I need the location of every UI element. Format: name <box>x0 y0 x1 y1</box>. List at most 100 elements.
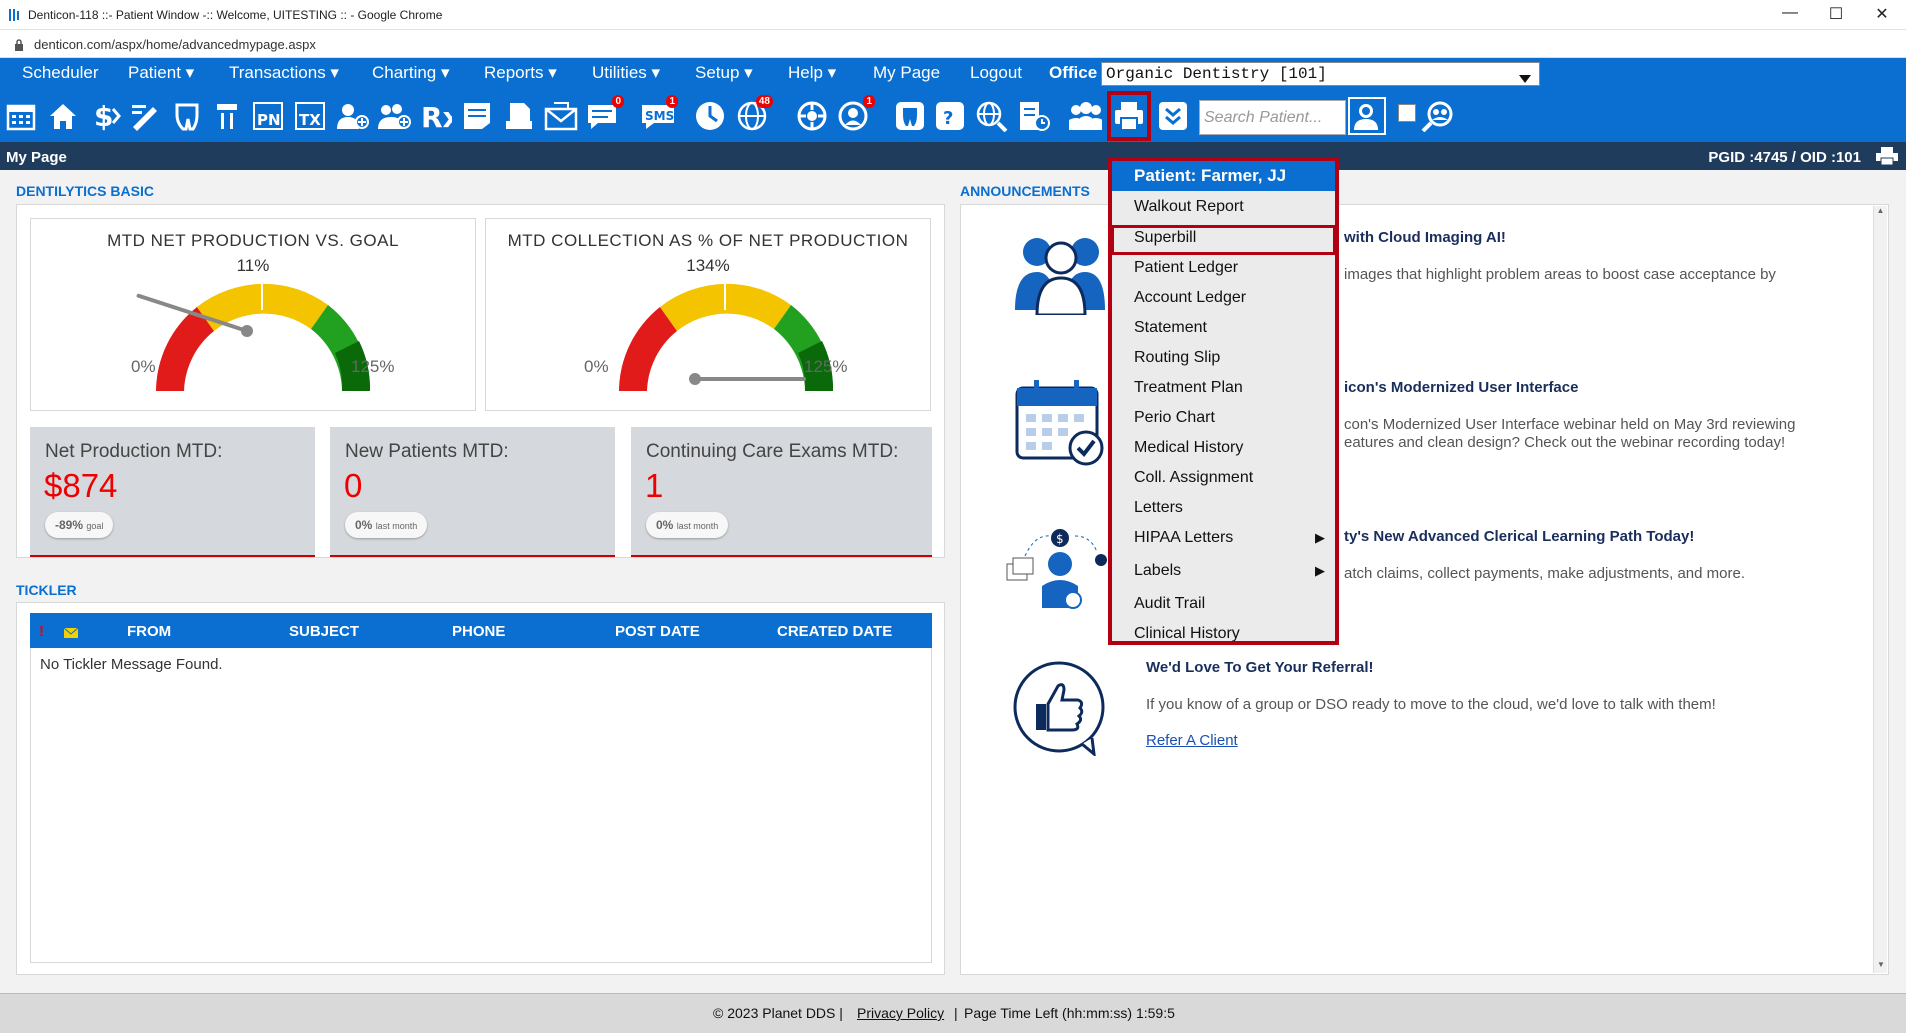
menu-scheduler[interactable]: Scheduler <box>22 63 99 83</box>
col-subject[interactable]: SUBJECT <box>289 623 359 640</box>
recall-icon[interactable]: 1 <box>837 95 875 135</box>
announcement-text: eatures and clean design? Check out the … <box>1344 434 1786 451</box>
home-icon[interactable] <box>46 97 80 135</box>
stat-label: Net Production MTD: <box>45 441 223 462</box>
group-search-icon[interactable] <box>1420 97 1454 135</box>
tooth-icon[interactable] <box>170 97 204 135</box>
gauge-max: 125% <box>351 357 395 376</box>
col-from[interactable]: FROM <box>127 623 171 640</box>
document-icon[interactable] <box>502 97 536 135</box>
print-icon[interactable] <box>1112 97 1146 135</box>
globe-icon[interactable]: 48 <box>735 95 773 135</box>
priority-flag[interactable]: ! <box>39 623 44 640</box>
menu-item-routing-slip[interactable]: Routing Slip <box>1134 349 1220 367</box>
col-created-date[interactable]: CREATED DATE <box>777 623 892 640</box>
toggle-checkbox[interactable] <box>1398 104 1416 122</box>
prescription-icon[interactable]: Rx <box>419 97 453 135</box>
menu-item-coll-assignment[interactable]: Coll. Assignment <box>1134 469 1253 487</box>
col-post-date[interactable]: POST DATE <box>615 623 700 640</box>
treatment-icon[interactable]: TX <box>293 97 327 135</box>
address-bar[interactable]: denticon.com/aspx/home/advancedmypage.as… <box>0 30 1906 58</box>
window-title: Denticon-118 ::- Patient Window -:: Welc… <box>28 8 443 22</box>
minimize-button[interactable]: — <box>1770 4 1810 22</box>
announcement-text: atch claims, collect payments, make adju… <box>1344 565 1746 582</box>
privacy-policy-link[interactable]: Privacy Policy <box>857 1005 944 1021</box>
menu-patient[interactable]: Patient ▾ <box>128 63 194 83</box>
help-tooth-icon[interactable]: ? <box>933 97 967 135</box>
menu-help[interactable]: Help ▾ <box>788 63 836 83</box>
patient-search-icon[interactable] <box>1348 97 1386 135</box>
page-title: My Page <box>6 149 67 166</box>
charting-icon[interactable] <box>128 97 162 135</box>
progress-notes-icon[interactable]: PN <box>251 97 285 135</box>
mail-icon[interactable] <box>544 97 578 135</box>
menu-item-patient-ledger[interactable]: Patient Ledger <box>1134 259 1238 277</box>
col-phone[interactable]: PHONE <box>452 623 505 640</box>
svg-text:$: $ <box>94 101 113 131</box>
envelope-icon[interactable] <box>63 625 79 643</box>
menu-item-account-ledger[interactable]: Account Ledger <box>1134 289 1246 307</box>
menu-item-clinical-history[interactable]: Clinical History <box>1134 625 1240 643</box>
menu-item-superbill[interactable]: Superbill <box>1134 229 1196 247</box>
sms-icon[interactable]: SMS 1 <box>640 95 678 135</box>
stat-badge: 0% last month <box>345 512 428 538</box>
gauge-min: 0% <box>131 357 156 376</box>
menu-item-labels[interactable]: Labels <box>1134 562 1181 580</box>
add-patient-icon[interactable] <box>335 97 369 135</box>
menu-charting[interactable]: Charting ▾ <box>372 63 450 83</box>
office-label: Office <box>1049 63 1098 82</box>
calendar-icon[interactable] <box>4 97 38 135</box>
gauge-title: MTD COLLECTION AS % OF NET PRODUCTION <box>507 231 909 250</box>
implant-icon[interactable] <box>210 97 244 135</box>
menu-item-hipaa-letters[interactable]: HIPAA Letters <box>1134 529 1233 547</box>
gauge-hub <box>241 325 253 337</box>
claims-icon[interactable] <box>1017 97 1051 135</box>
perio-tooth-icon[interactable] <box>893 97 927 135</box>
add-family-icon[interactable] <box>377 97 411 135</box>
refer-client-link[interactable]: Refer A Client <box>1146 732 1238 749</box>
office-select-value: Organic Dentistry [101] <box>1106 65 1327 83</box>
menu-setup[interactable]: Setup ▾ <box>695 63 753 83</box>
dropdown-patient-header: Patient: Farmer, JJ <box>1112 161 1335 191</box>
announcement-text: images that highlight problem areas to b… <box>1344 266 1776 283</box>
gauge-card-production: MTD NET PRODUCTION VS. GOAL 11% 0% 125% <box>30 218 476 411</box>
dollar-icon[interactable]: $ <box>88 97 122 135</box>
globe-search-icon[interactable] <box>975 97 1009 135</box>
tickler-empty-message: No Tickler Message Found. <box>40 656 223 673</box>
menu-item-perio-chart[interactable]: Perio Chart <box>1134 409 1215 427</box>
staff-icon[interactable] <box>1068 97 1102 135</box>
page-footer: © 2023 Planet DDS | Privacy Policy | Pag… <box>0 993 1906 1033</box>
page-print-icon[interactable] <box>1876 147 1898 170</box>
dentilytics-heading: DENTILYTICS BASIC <box>16 183 154 199</box>
announcement-title: icon's Modernized User Interface <box>1344 379 1579 396</box>
calendar-check-icon <box>1014 378 1104 471</box>
notes-icon[interactable] <box>460 97 494 135</box>
announcement-title: ty's New Advanced Clerical Learning Path… <box>1344 528 1695 545</box>
menu-my-page[interactable]: My Page <box>873 63 940 83</box>
office-select[interactable]: Organic Dentistry [101] <box>1101 62 1540 86</box>
gauge-max: 125% <box>804 357 848 376</box>
clock-icon[interactable] <box>693 97 727 135</box>
maximize-button[interactable]: ☐ <box>1816 4 1856 24</box>
menu-utilities[interactable]: Utilities ▾ <box>592 63 660 83</box>
support-icon[interactable] <box>795 97 829 135</box>
menu-item-walkout-report[interactable]: Walkout Report <box>1134 198 1244 216</box>
url-text[interactable]: denticon.com/aspx/home/advancedmypage.as… <box>34 37 316 52</box>
gauge-title: MTD NET PRODUCTION VS. GOAL <box>107 231 399 250</box>
close-button[interactable]: ✕ <box>1862 4 1902 24</box>
collapse-icon[interactable] <box>1156 97 1190 135</box>
team-icon <box>1015 230 1105 320</box>
menu-item-statement[interactable]: Statement <box>1134 319 1207 337</box>
search-patient-input[interactable]: Search Patient... <box>1199 100 1346 135</box>
menu-item-letters[interactable]: Letters <box>1134 499 1183 517</box>
gauge-min: 0% <box>584 357 609 376</box>
announcements-scrollbar[interactable]: ▲ ▼ <box>1873 206 1887 973</box>
menu-transactions[interactable]: Transactions ▾ <box>229 63 339 83</box>
menu-item-medical-history[interactable]: Medical History <box>1134 439 1243 457</box>
menu-item-audit-trail[interactable]: Audit Trail <box>1134 595 1205 613</box>
menu-item-treatment-plan[interactable]: Treatment Plan <box>1134 379 1243 397</box>
app-logo-icon <box>8 8 20 22</box>
menu-logout[interactable]: Logout <box>970 63 1022 83</box>
message-icon[interactable]: 0 <box>586 95 624 135</box>
menu-reports[interactable]: Reports ▾ <box>484 63 557 83</box>
